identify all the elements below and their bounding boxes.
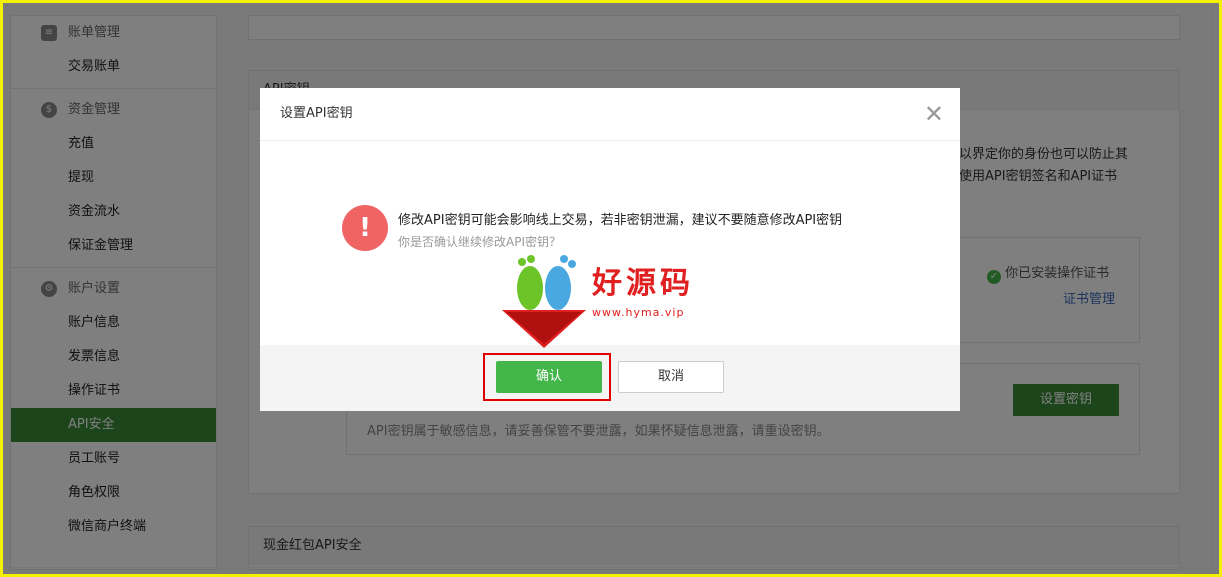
dialog-title: 设置API密钥 xyxy=(280,106,353,121)
set-api-key-dialog: 设置API密钥 ✕ ! 修改API密钥可能会影响线上交易，若非密钥泄漏，建议不要… xyxy=(260,88,960,411)
watermark-url: www.hyma.vip xyxy=(592,306,685,319)
warning-icon: ! xyxy=(342,205,388,251)
dialog-footer: 确认 取消 xyxy=(260,345,960,411)
watermark-logo: 好源码 www.hyma.vip xyxy=(500,252,710,352)
close-icon[interactable]: ✕ xyxy=(924,88,944,140)
watermark-title: 好源码 xyxy=(592,266,694,301)
dialog-message: 修改API密钥可能会影响线上交易，若非密钥泄漏，建议不要随意修改API密钥 xyxy=(398,213,843,228)
cancel-button[interactable]: 取消 xyxy=(618,361,724,393)
confirm-button[interactable]: 确认 xyxy=(496,361,602,393)
dialog-header: 设置API密钥 ✕ xyxy=(260,88,960,141)
dialog-sub-message: 你是否确认继续修改API密钥？ xyxy=(398,235,561,249)
arrow-feet-icon xyxy=(502,255,586,348)
